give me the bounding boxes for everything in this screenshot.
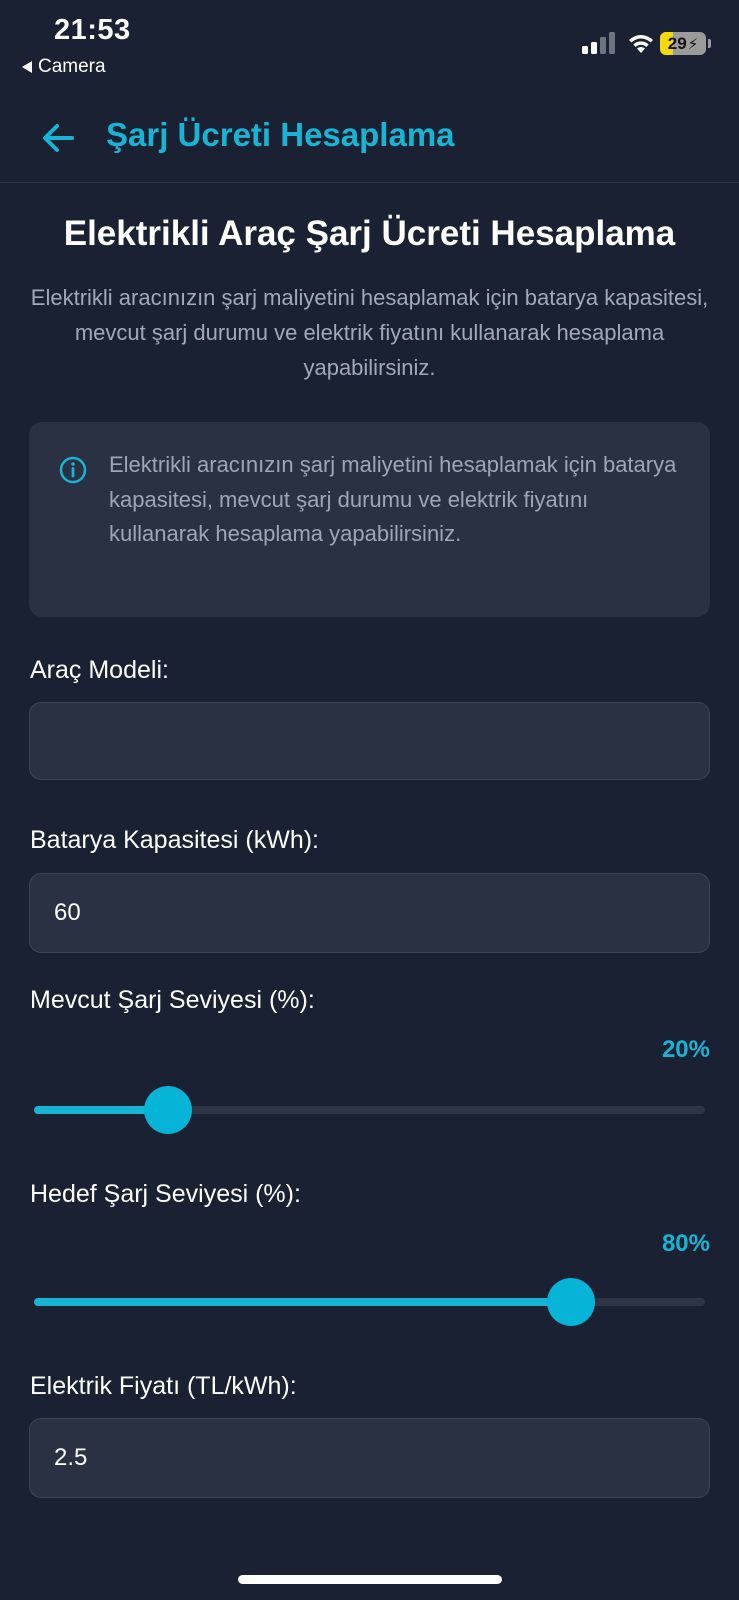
target-charge-slider-thumb[interactable] [546,1278,595,1326]
battery-capacity-label: Batarya Kapasitesi (kWh): [30,826,319,854]
target-charge-slider-fill [34,1298,571,1306]
target-charge-label: Hedef Şarj Seviyesi (%): [30,1180,301,1208]
status-time: 21:53 [54,14,131,46]
electricity-price-label: Elektrik Fiyatı (TL/kWh): [30,1372,297,1400]
battery-level: 29 [667,33,687,53]
current-charge-slider-thumb[interactable] [144,1086,193,1134]
page-title: Şarj Ücreti Hesaplama [106,116,455,153]
vehicle-model-label: Araç Modeli: [30,656,169,684]
current-charge-value: 20% [661,1036,710,1063]
back-triangle-icon [22,61,32,73]
app-header: Şarj Ücreti Hesaplama [0,100,739,183]
battery-nub [708,39,711,48]
electricity-price-input[interactable] [29,1418,710,1498]
wifi-icon [629,35,653,53]
target-charge-value: 80% [661,1230,710,1257]
info-box: Elektrikli aracınızın şarj maliyetini he… [29,422,710,617]
calculator-description: Elektrikli aracınızın şarj maliyetini he… [30,285,709,380]
battery-capacity-input[interactable] [29,873,710,953]
home-indicator [238,1575,502,1584]
current-charge-slider[interactable] [34,1086,705,1134]
info-text: Elektrikli aracınızın şarj maliyetini he… [109,452,677,546]
target-charge-slider[interactable] [34,1278,705,1326]
signal-icon [582,32,618,54]
status-bar: 21:53 Camera 29 ⚡ [0,0,739,90]
current-charge-label: Mevcut Şarj Seviyesi (%): [30,986,315,1014]
battery-charging-icon: 29 ⚡ [660,32,706,55]
back-to-app-link[interactable]: Camera [22,56,106,78]
info-icon [59,456,87,484]
calculator-title: Elektrikli Araç Şarj Ücreti Hesaplama [63,214,676,253]
arrow-left-icon[interactable] [38,118,78,158]
vehicle-model-input[interactable] [29,702,710,780]
back-app-label: Camera [38,56,106,77]
